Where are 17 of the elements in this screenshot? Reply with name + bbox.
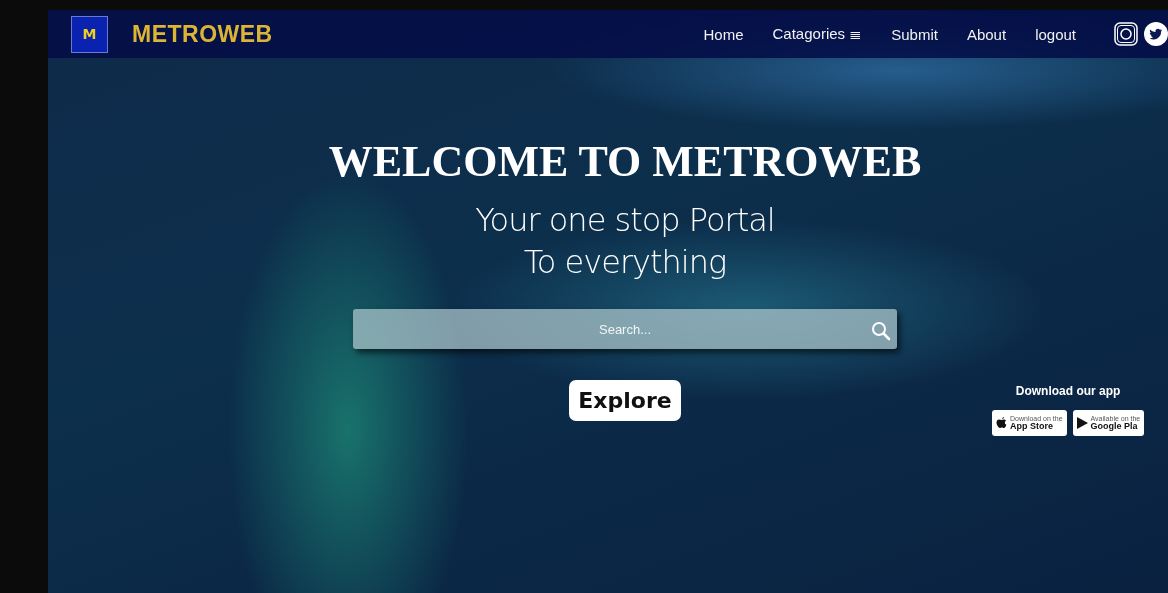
bird-icon[interactable]	[1144, 22, 1168, 46]
search-field[interactable]: Search...	[353, 309, 897, 349]
nav-link[interactable]: Submit	[891, 25, 938, 43]
nav-link[interactable]: Home	[703, 25, 744, 43]
brand-name: METROWEB	[132, 20, 273, 48]
nav-link[interactable]: logout	[1035, 25, 1076, 43]
nav-link[interactable]: Catagories ≣	[772, 25, 863, 43]
hero-subtitle: Your one stop Portal To everything	[475, 200, 775, 283]
instagram-icon[interactable]	[1114, 22, 1138, 46]
play-icon	[1076, 417, 1088, 429]
explore-button[interactable]: Explore	[569, 380, 681, 421]
nav-link[interactable]: About	[966, 25, 1007, 43]
search-icon[interactable]	[871, 321, 891, 341]
hero-title: WELCOME TO METROWEB	[328, 136, 922, 187]
logo[interactable]: M	[71, 15, 108, 53]
apple-icon	[996, 416, 1007, 430]
download-heading: Download our app	[1015, 384, 1121, 398]
